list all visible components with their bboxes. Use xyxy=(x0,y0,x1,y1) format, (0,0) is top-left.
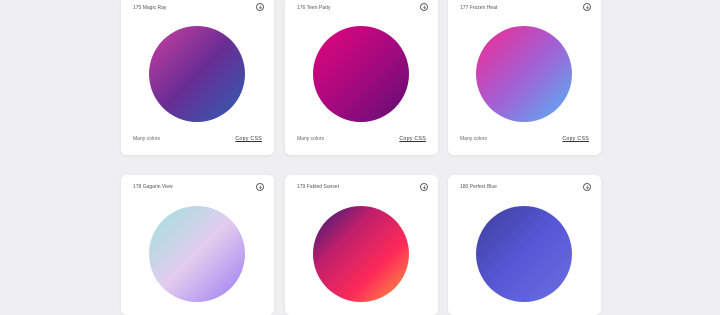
download-icon[interactable] xyxy=(583,3,591,11)
color-count-label: Many colors xyxy=(460,136,487,142)
card-title: 180 Perfect Blue xyxy=(460,184,497,190)
gradient-card: 179 Fabled Sunset xyxy=(285,175,438,315)
copy-css-button[interactable]: Copy CSS xyxy=(235,136,262,142)
gradient-preview[interactable] xyxy=(313,206,409,302)
color-count-label: Many colors xyxy=(133,136,160,142)
gradient-preview[interactable] xyxy=(149,26,245,122)
download-icon[interactable] xyxy=(256,183,264,191)
copy-css-button[interactable]: Copy CSS xyxy=(562,136,589,142)
gradient-preview[interactable] xyxy=(476,206,572,302)
download-icon[interactable] xyxy=(583,183,591,191)
download-icon[interactable] xyxy=(420,183,428,191)
gradient-preview[interactable] xyxy=(313,26,409,122)
card-title: 177 Frozen Heat xyxy=(460,5,498,11)
card-title: 175 Magic Ray xyxy=(133,5,167,11)
copy-css-label: Copy CSS xyxy=(399,136,426,142)
gradient-card: 177 Frozen Heat Many colors Copy CSS xyxy=(448,0,601,155)
download-icon[interactable] xyxy=(420,3,428,11)
copy-css-button[interactable]: Copy CSS xyxy=(399,136,426,142)
color-count-label: Many colors xyxy=(297,136,324,142)
gradient-preview[interactable] xyxy=(476,26,572,122)
gradient-card: 180 Perfect Blue xyxy=(448,175,601,315)
gradient-card: 175 Magic Ray Many colors Copy CSS xyxy=(121,0,274,155)
gradient-card: 178 Gagarin View xyxy=(121,175,274,315)
download-icon[interactable] xyxy=(256,3,264,11)
card-title: 176 Teen Party xyxy=(297,5,331,11)
card-title: 178 Gagarin View xyxy=(133,184,173,190)
card-title: 179 Fabled Sunset xyxy=(297,184,339,190)
copy-css-label: Copy CSS xyxy=(235,136,262,142)
gradient-card: 176 Teen Party Many colors Copy CSS xyxy=(285,0,438,155)
gradient-preview[interactable] xyxy=(149,206,245,302)
copy-css-label: Copy CSS xyxy=(562,136,589,142)
